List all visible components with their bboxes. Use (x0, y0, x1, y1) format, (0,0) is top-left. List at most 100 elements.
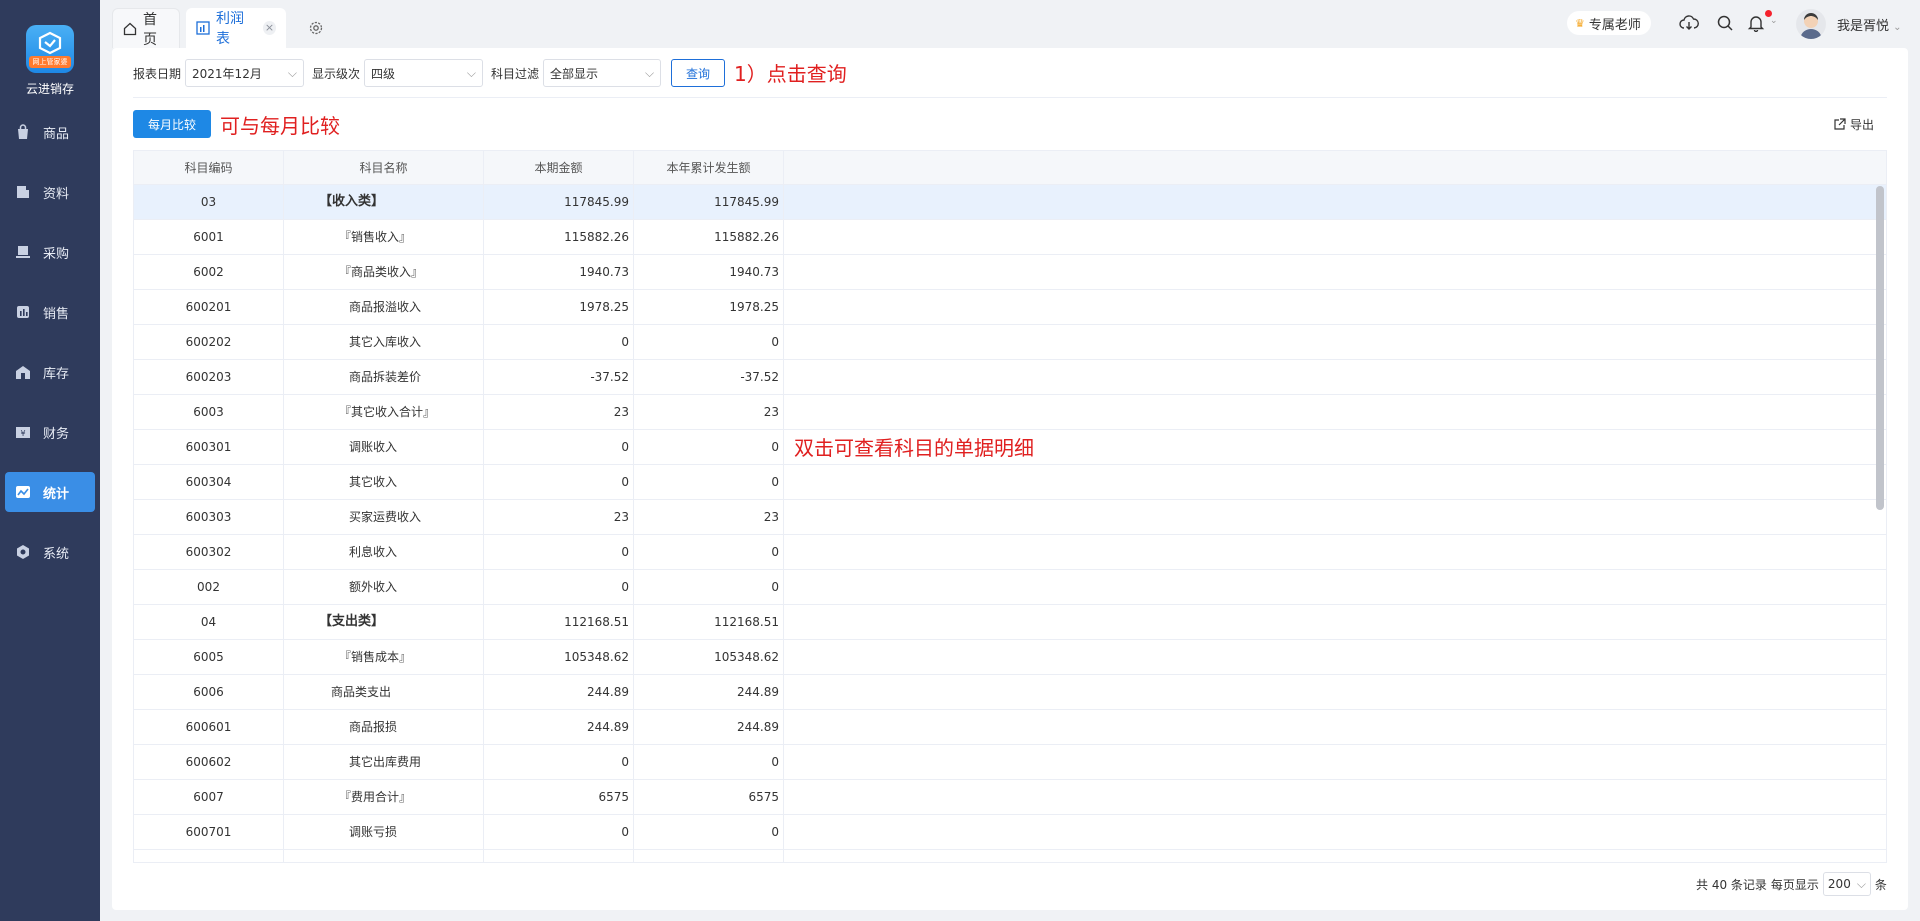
username[interactable]: 我是胥悦 ⌄ (1837, 15, 1902, 34)
cell-code: 600203 (134, 360, 284, 395)
column-header-current[interactable]: 本期金额 (484, 151, 634, 185)
tab-home[interactable]: 首页 (112, 8, 180, 48)
sidebar-item-purchase[interactable]: 采购 (5, 232, 95, 272)
table-scrollbar[interactable] (1876, 186, 1884, 510)
avatar[interactable] (1796, 9, 1826, 39)
table-row[interactable]: 04 【支出类】 112168.51 112168.51 (134, 605, 1886, 640)
table-row[interactable]: 600602 其它出库费用 0 0 (134, 745, 1886, 780)
cell-code: 600701 (134, 815, 284, 850)
sidebar-item-statistics[interactable]: 统计 (5, 472, 95, 512)
bag-icon (15, 124, 31, 140)
sidebar-item-goods[interactable]: 商品 (5, 112, 95, 152)
topbar: 首页 利润表 × ♛ 专属老师 ⌄ 我是胥悦 ⌄ (100, 0, 1920, 48)
subject-filter-label: 科目过滤 (491, 66, 540, 81)
per-page-select[interactable]: 200 ⌵ (1822, 872, 1871, 896)
table-row[interactable]: 6001 『销售收入』 115882.26 115882.26 (134, 220, 1886, 255)
table-row[interactable]: 002 额外收入 0 0 (134, 570, 1886, 605)
column-header-name[interactable]: 科目名称 (284, 151, 484, 185)
tab-profit-statement[interactable]: 利润表 × (186, 8, 286, 48)
sidebar-item-sales[interactable]: 销售 (5, 292, 95, 332)
cell-ytd-amount: 112168.51 (634, 605, 784, 640)
gear-icon[interactable] (308, 20, 324, 39)
chevron-down-icon: ⌵ (287, 65, 298, 80)
cell-ytd-amount: 1940.73 (634, 255, 784, 290)
dedicated-teacher-button[interactable]: ♛ 专属老师 (1567, 11, 1651, 35)
close-icon[interactable]: × (263, 21, 276, 35)
monthly-compare-button[interactable]: 每月比较 (133, 110, 211, 138)
table-row[interactable]: 6005 『销售成本』 105348.62 105348.62 (134, 640, 1886, 675)
sidebar-item-data[interactable]: 资料 (5, 172, 95, 212)
cell-current-amount: 112168.51 (484, 605, 634, 640)
search-icon[interactable] (1716, 14, 1734, 35)
cell-name: 『销售收入』 (284, 220, 484, 255)
table-row[interactable]: 03 【收入类】 117845.99 117845.99 (134, 185, 1886, 220)
cell-current-amount: 1940.73 (484, 255, 634, 290)
report-date-select[interactable]: 2021年12月 ⌵ (185, 59, 305, 87)
table-row[interactable]: 6006 商品类支出 244.89 244.89 (134, 675, 1886, 710)
cell-blank (784, 465, 1886, 500)
table-row[interactable]: 600304 其它收入 0 0 (134, 465, 1886, 500)
column-header-code[interactable]: 科目编码 (134, 151, 284, 185)
cell-current-amount: 6575 (484, 780, 634, 815)
sidebar-item-system[interactable]: 系统 (5, 532, 95, 572)
chevron-down-icon[interactable]: ⌄ (1770, 16, 1778, 26)
cell-blank (784, 640, 1886, 675)
export-icon (1834, 118, 1846, 130)
table-row[interactable] (134, 850, 1886, 862)
sidebar-item-finance[interactable]: ¥ 财务 (5, 412, 95, 452)
display-level-select[interactable]: 四级 ⌵ (364, 59, 484, 87)
column-header-ytd[interactable]: 本年累计发生额 (634, 151, 784, 185)
cell-code: 600601 (134, 710, 284, 745)
cell-code: 600202 (134, 325, 284, 360)
table-row[interactable]: 600303 买家运费收入 23 23 (134, 500, 1886, 535)
cell-current-amount: 105348.62 (484, 640, 634, 675)
table-row[interactable]: 600302 利息收入 0 0 (134, 535, 1886, 570)
export-button[interactable]: 导出 (1833, 116, 1874, 133)
bell-icon[interactable] (1747, 14, 1765, 35)
tab-label: 首页 (143, 11, 157, 48)
table-row[interactable]: 600601 商品报损 244.89 244.89 (134, 710, 1886, 745)
subject-filter-select[interactable]: 全部显示 ⌵ (543, 59, 662, 87)
profit-table: 科目编码 科目名称 本期金额 本年累计发生额 03 【收入类】 117845.99 1… (133, 150, 1887, 863)
username-text: 我是胥悦 (1837, 19, 1890, 34)
cell-blank (784, 255, 1886, 290)
cell-blank (784, 395, 1886, 430)
per-page-value: 200 (1827, 877, 1851, 891)
cell-code: 03 (134, 185, 284, 220)
table-row[interactable]: 600202 其它入库收入 0 0 (134, 325, 1886, 360)
table-row[interactable]: 6002 『商品类收入』 1940.73 1940.73 (134, 255, 1886, 290)
query-button[interactable]: 查询 (671, 59, 726, 87)
cell-name: 商品拆装差价 (284, 360, 484, 395)
cell-name: 【收入类】 (284, 185, 484, 220)
warehouse-icon (15, 364, 31, 380)
cell-code: 600602 (134, 745, 284, 780)
cell-name: 『销售成本』 (284, 640, 484, 675)
sidebar-item-inventory[interactable]: 库存 (5, 352, 95, 392)
table-row[interactable]: 6007 『费用合计』 6575 6575 (134, 780, 1886, 815)
report-icon (196, 21, 210, 35)
display-level-value: 四级 (371, 66, 396, 81)
sidebar-item-label: 商品 (43, 126, 70, 142)
cell-blank (784, 780, 1886, 815)
sidebar-nav: 商品 资料 采购 销售 库存 ¥ 财务 统计 系统 (0, 112, 100, 592)
cloud-download-icon[interactable] (1679, 14, 1699, 35)
document-icon (15, 184, 31, 200)
table-row[interactable]: 600203 商品拆装差价 -37.52 -37.52 (134, 360, 1886, 395)
cell-blank (784, 745, 1886, 780)
cell-blank (784, 500, 1886, 535)
cell-name: 其它收入 (284, 465, 484, 500)
cell-blank (784, 710, 1886, 745)
table-row[interactable]: 600201 商品报溢收入 1978.25 1978.25 (134, 290, 1886, 325)
date-label: 报表日期 (133, 66, 182, 81)
cell-ytd-amount: 0 (634, 570, 784, 605)
table-row[interactable]: 6003 『其它收入合计』 23 23 (134, 395, 1886, 430)
teacher-label: 专属老师 (1588, 17, 1641, 33)
cell-name: 『其它收入合计』 (284, 395, 484, 430)
app-logo[interactable]: 网上管家婆 (26, 25, 74, 73)
cell-current-amount: 0 (484, 745, 634, 780)
cell-name: 商品类支出 (284, 675, 484, 710)
chevron-down-icon: ⌵ (1856, 876, 1866, 891)
filter-bar: 报表日期 2021年12月 ⌵ 显示级次 四级 ⌵ 科目过滤 全部显示 ⌵ 查询 (133, 58, 726, 88)
cell-ytd-amount: 0 (634, 325, 784, 360)
table-row[interactable]: 600701 调账亏损 0 0 (134, 815, 1886, 850)
